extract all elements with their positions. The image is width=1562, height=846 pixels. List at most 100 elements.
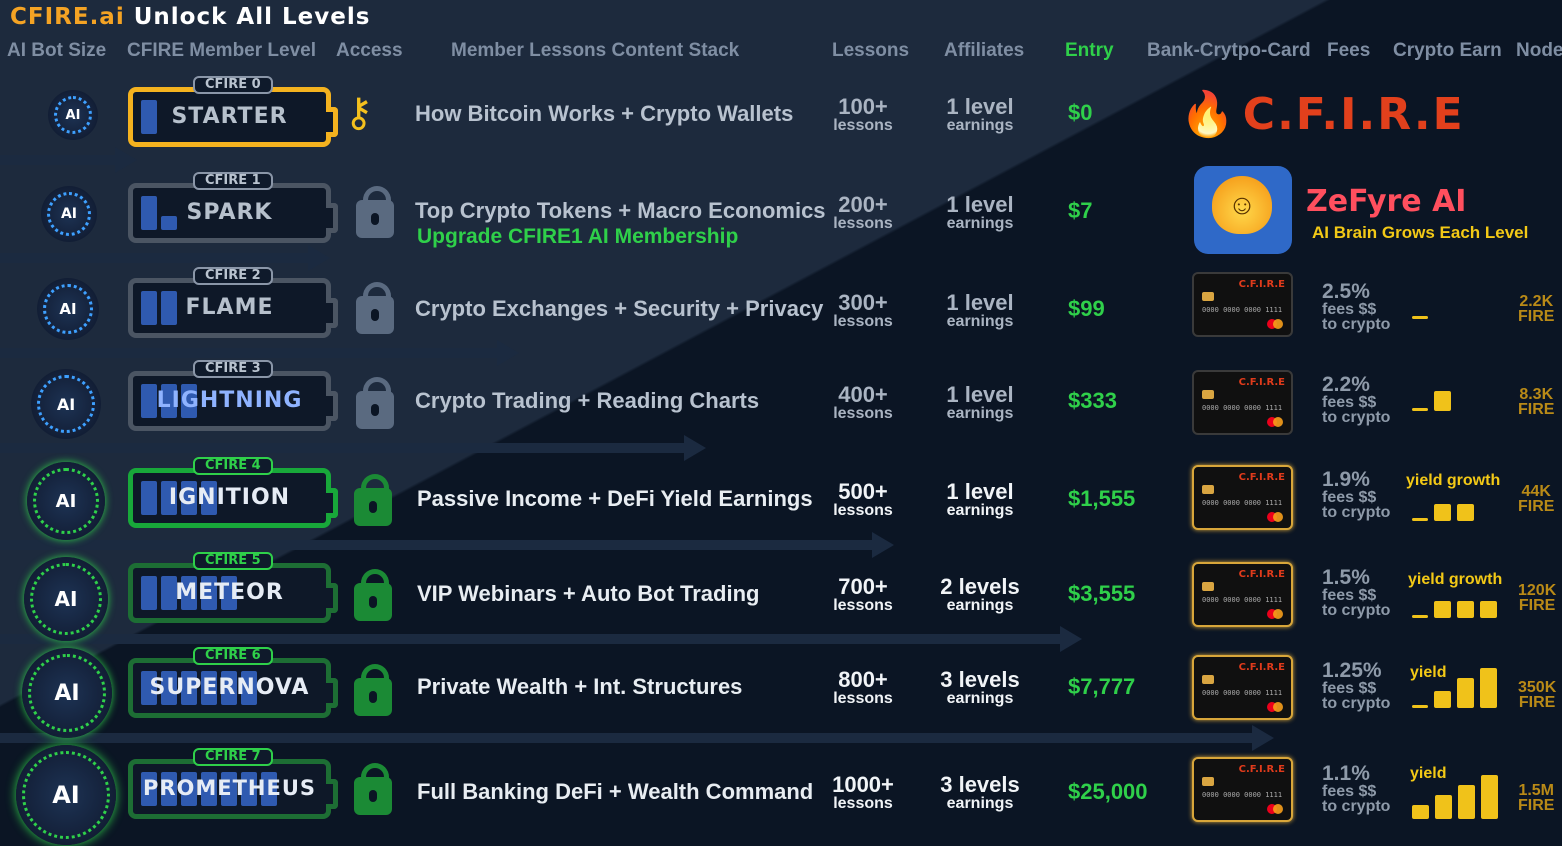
header-member-level: CFIRE Member Level (127, 40, 316, 61)
mastercard-icon (1267, 319, 1283, 329)
node-reward: 2.2K FIRE (1518, 293, 1555, 326)
lock-icon (354, 474, 392, 526)
content-stack: Passive Income + DeFi Yield Earnings (417, 486, 813, 511)
lock-icon (354, 664, 392, 716)
content-stack: Full Banking DeFi + Wealth Command (417, 779, 814, 804)
crypto-bank-card: C.F.I.R.E 0000 0000 0000 1111 (1192, 370, 1293, 435)
zefyre-tagline: AI Brain Grows Each Level (1312, 223, 1529, 242)
level-tag: CFIRE 3 (193, 360, 273, 378)
level-badge: CFIRE 4 IGNITION (128, 457, 338, 528)
header-content-stack: Member Lessons Content Stack (451, 40, 740, 61)
level-tag: CFIRE 6 (193, 647, 273, 665)
content-stack: How Bitcoin Works + Crypto Wallets (415, 101, 794, 126)
coin-stack-icon (1412, 391, 1451, 411)
progress-arrow (0, 340, 519, 366)
affiliate-levels: 3 levels earnings (940, 667, 1020, 707)
lessons-count: 1000+ lessons (832, 772, 894, 812)
header-fees: Fees (1327, 40, 1371, 61)
level-badge: CFIRE 2 FLAME (128, 267, 338, 338)
progress-arrow (0, 626, 1082, 652)
key-icon: ⚷ (344, 91, 374, 135)
lock-icon (356, 282, 394, 334)
content-stack: Top Crypto Tokens + Macro Economics (415, 198, 826, 223)
node-reward: 120K FIRE (1518, 582, 1557, 615)
crypto-bank-card: C.F.I.R.E 0000 0000 0000 1111 (1192, 655, 1293, 720)
flame-icon: 🔥 (1180, 89, 1237, 140)
crypto-bank-card: C.F.I.R.E 0000 0000 0000 1111 (1192, 562, 1293, 627)
cfire-logo: 🔥 C.F.I.R.E (1180, 89, 1465, 140)
ai-brain-icon: AI (27, 462, 105, 540)
coin-stack-icon (1412, 316, 1428, 319)
mastercard-icon (1267, 417, 1283, 427)
fees-info: 2.2% fees $$ to crypto (1322, 373, 1391, 427)
entry-price: $7 (1068, 198, 1093, 223)
entry-price: $0 (1068, 100, 1093, 125)
fees-info: 1.9% fees $$ to crypto (1322, 468, 1391, 522)
page-title: CFIRE.ai Unlock All Levels (10, 4, 371, 30)
affiliate-levels: 1 level earnings (946, 382, 1014, 422)
upgrade-membership-link[interactable]: Upgrade CFIRE1 AI Membership (417, 225, 738, 249)
progress-arrow (0, 532, 894, 558)
ai-brain-icon: AI (31, 369, 101, 439)
header-entry: Entry (1065, 40, 1114, 61)
ai-brain-icon: AI (41, 186, 97, 242)
crypto-bank-card: C.F.I.R.E 0000 0000 0000 1111 (1192, 465, 1293, 530)
lessons-count: 100+ lessons (833, 94, 893, 134)
entry-price: $333 (1068, 388, 1117, 413)
content-stack: Crypto Exchanges + Security + Privacy (415, 296, 824, 321)
ai-brain-icon: AI (24, 557, 108, 641)
entry-price: $3,555 (1068, 581, 1136, 606)
lessons-count: 500+ lessons (833, 479, 893, 519)
lessons-count: 800+ lessons (833, 667, 893, 707)
zefyre-logo-text: ZeFyre AI (1306, 184, 1467, 219)
lessons-count: 700+ lessons (833, 574, 893, 614)
header-crypto-earn: Crypto Earn (1393, 40, 1502, 61)
fees-info: 2.5% fees $$ to crypto (1322, 280, 1391, 334)
level-badge: CFIRE 3 LIGHTNING (128, 360, 338, 431)
ai-brain-icon: AI (48, 90, 98, 140)
smiley-flame-icon: ☺ (1212, 176, 1272, 234)
progress-arrow (0, 147, 137, 173)
entry-price: $25,000 (1068, 779, 1148, 804)
progress-arrow (0, 435, 706, 461)
level-badge: CFIRE 7 PROMETHEUS (128, 748, 338, 819)
level-tag: CFIRE 4 (193, 457, 273, 475)
level-name: SPARK (186, 200, 273, 225)
level-name: METEOR (175, 580, 284, 605)
fees-info: 1.5% fees $$ to crypto (1322, 566, 1391, 620)
mastercard-icon (1267, 804, 1283, 814)
mastercard-icon (1267, 512, 1283, 522)
lock-icon (356, 377, 394, 429)
level-name: FLAME (185, 295, 274, 320)
affiliate-levels: 1 level earnings (946, 479, 1014, 519)
entry-price: $1,555 (1068, 486, 1136, 511)
node-reward: 44K FIRE (1518, 483, 1555, 516)
fees-info: 1.25% fees $$ to crypto (1322, 659, 1391, 713)
lessons-count: 300+ lessons (833, 290, 893, 330)
level-tag: CFIRE 1 (193, 172, 273, 190)
header-bank-card: Bank-Crytpo-Card (1147, 40, 1311, 61)
level-tag: CFIRE 2 (193, 267, 273, 285)
lock-icon (356, 186, 394, 238)
affiliate-levels: 2 levels earnings (940, 574, 1020, 614)
lock-icon (354, 763, 392, 815)
lock-icon (354, 569, 392, 621)
coin-stack-icon (1412, 775, 1498, 819)
node-reward: 1.5M FIRE (1518, 782, 1555, 815)
affiliate-levels: 1 level earnings (946, 192, 1014, 232)
ai-brain-icon: AI (22, 648, 112, 738)
level-tag: CFIRE 5 (193, 552, 273, 570)
content-stack: VIP Webinars + Auto Bot Trading (417, 581, 760, 606)
ai-brain-icon: AI (37, 278, 99, 340)
header-affiliates: Affiliates (944, 40, 1025, 61)
affiliate-levels: 1 level earnings (946, 94, 1014, 134)
progress-arrow (0, 245, 330, 271)
yield-label: yield growth (1408, 571, 1503, 588)
zefyre-mascot: ☺ (1194, 166, 1292, 254)
level-badge: CFIRE 1 SPARK (128, 172, 338, 243)
content-stack: Private Wealth + Int. Structures (417, 674, 743, 699)
mastercard-icon (1267, 702, 1283, 712)
level-name: STARTER (171, 104, 288, 129)
node-reward: 350K FIRE (1518, 679, 1557, 712)
mastercard-icon (1267, 609, 1283, 619)
